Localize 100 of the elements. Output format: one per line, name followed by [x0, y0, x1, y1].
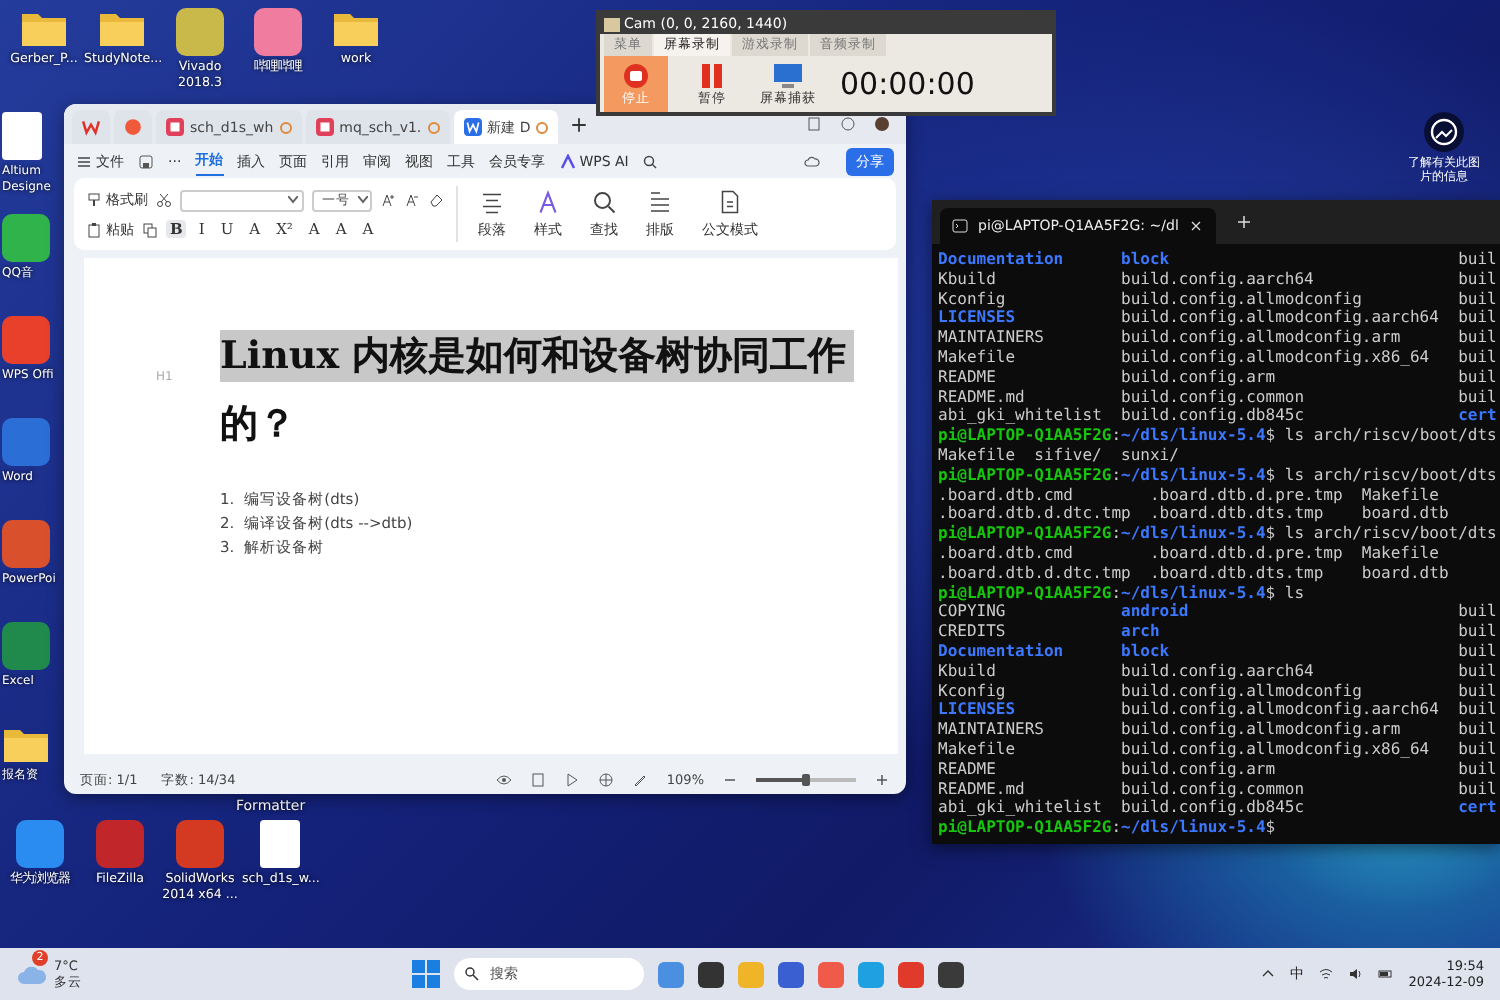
cloud-icon[interactable]: [16, 962, 48, 986]
terminal-text: :: [1111, 524, 1122, 544]
terminal-text: LICENSES: [938, 700, 1018, 721]
terminal-text: build.config.aarch64: [1121, 269, 1316, 290]
play-icon[interactable]: [564, 772, 581, 788]
terminal-text: buil: [1458, 681, 1497, 701]
image-info-icon[interactable]: [1424, 112, 1464, 152]
terminal-text: pi@LAPTOP-Q1AA5F2G: [938, 818, 1112, 838]
terminal-text: README: [938, 367, 998, 388]
timer: 00:00:00: [840, 66, 975, 102]
terminal-text: build.config.allmodconfig.x86_64: [1121, 739, 1432, 760]
eraser-icon[interactable]: [428, 192, 444, 208]
folder-icon[interactable]: [2, 724, 50, 764]
terminal-text: $ ls arch/riscv/boot/dts: [1265, 426, 1497, 446]
app-icon[interactable]: [176, 8, 224, 56]
paragraph-icon: [480, 189, 504, 213]
window-icon[interactable]: [806, 116, 822, 132]
terminal-text: abi_gki_whitelist: [938, 798, 1104, 819]
shrink-font-icon[interactable]: [404, 192, 420, 208]
app-icon[interactable]: [778, 961, 804, 987]
wifi-icon[interactable]: [1318, 966, 1335, 982]
terminal-text: .board.dtb.cmd: [938, 485, 1075, 505]
terminal-text: pi@LAPTOP-Q1AA5F2G: [938, 524, 1112, 544]
terminal-text: build.config.allmodconfig.x86_64: [1121, 347, 1432, 368]
app-icon: [124, 118, 142, 136]
page-view-icon[interactable]: [530, 772, 547, 788]
slider-thumb[interactable]: [802, 774, 810, 786]
zoom-in-icon[interactable]: [874, 772, 890, 788]
copy-icon[interactable]: [142, 221, 158, 237]
terminal-text: build.config.arm: [1121, 367, 1278, 388]
terminal-text: .board.dtb.d.dtc.tmp: [938, 563, 1131, 582]
terminal-text: buil: [1458, 641, 1497, 662]
app-icon[interactable]: [938, 961, 964, 987]
terminal-text: :: [1111, 465, 1122, 486]
terminal-text: Kconfig: [938, 289, 1008, 309]
terminal-text: .board.dtb.cmd: [938, 543, 1075, 564]
terminal-text: build.config.allmodconfig.aarch64: [1121, 700, 1441, 721]
terminal-text: board.dtb: [1361, 504, 1449, 525]
folder-icon[interactable]: [332, 8, 380, 48]
terminal-text: Kbuild: [938, 661, 998, 682]
add-tab-icon[interactable]: [570, 115, 589, 133]
tab[interactable]: [114, 110, 152, 144]
terminal-text: buil: [1458, 347, 1497, 368]
terminal-text: MAINTAINERS: [938, 720, 1046, 740]
chevron-icon[interactable]: [1260, 966, 1277, 982]
terminal-text: build.config.aarch64: [1121, 661, 1316, 682]
terminal-text: Kconfig: [938, 681, 1008, 701]
unsaved-icon: [427, 121, 440, 133]
tab[interactable]: [72, 110, 110, 144]
terminal-text: build.config.common: [1121, 779, 1307, 799]
battery-icon[interactable]: [1378, 966, 1395, 982]
scissors-icon[interactable]: [156, 192, 172, 208]
brush-icon: [86, 192, 102, 208]
eye-icon[interactable]: [496, 772, 513, 788]
terminal-text: Makefile: [938, 739, 1018, 760]
terminal-text: README.md: [938, 779, 1027, 799]
pause-icon: [696, 62, 728, 90]
folder-icon[interactable]: [20, 8, 68, 48]
terminal-text: $ ls: [1265, 583, 1305, 603]
terminal-text: buil: [1458, 779, 1497, 799]
cloud-icon[interactable]: [804, 153, 820, 169]
document-icon: [718, 189, 742, 213]
ai-icon: [559, 153, 576, 169]
terminal-text: CREDITS: [938, 622, 1008, 642]
terminal-text: android: [1121, 602, 1191, 623]
layout-icon: [648, 189, 672, 213]
circle-icon[interactable]: [840, 116, 856, 132]
save-icon[interactable]: [138, 153, 154, 169]
unsaved-icon: [279, 121, 292, 133]
avatar-icon[interactable]: [874, 116, 890, 132]
terminal-text: $: [1265, 818, 1276, 838]
start-icon[interactable]: [412, 960, 440, 988]
folder-icon[interactable]: [98, 8, 146, 48]
terminal-text: :: [1111, 426, 1122, 446]
app-icon[interactable]: [254, 8, 302, 56]
terminal-text: Makefile: [1361, 485, 1439, 505]
terminal-text: $ ls arch/riscv/boot/dts: [1265, 524, 1497, 544]
globe-icon[interactable]: [598, 772, 615, 788]
terminal-text: buil: [1458, 387, 1497, 407]
terminal-text: .board.dtb.d.pre.tmp: [1149, 485, 1345, 505]
app-logo-icon: [604, 17, 620, 31]
grow-font-icon[interactable]: [380, 192, 396, 208]
terminal-text: README: [938, 759, 998, 780]
terminal-text: cert: [1458, 406, 1497, 427]
terminal-text: buil: [1458, 289, 1497, 309]
pen-icon[interactable]: [632, 772, 649, 788]
terminal-text: arch: [1121, 622, 1162, 642]
pdf-icon: [166, 118, 184, 136]
terminal-text: $ ls arch/riscv/boot/dts: [1265, 465, 1497, 486]
app-icon[interactable]: [698, 961, 724, 987]
document-icon: [463, 118, 482, 136]
font-field[interactable]: [180, 189, 304, 211]
terminal-text: buil: [1458, 739, 1497, 760]
stop-icon: [620, 62, 652, 90]
close-icon[interactable]: [1188, 218, 1205, 234]
search-icon[interactable]: [642, 153, 659, 169]
terminal-text: build.config.allmodconfig.arm: [1121, 328, 1403, 348]
terminal-icon: [952, 218, 968, 234]
terminal-text: build.config.common: [1121, 387, 1307, 407]
speaker-icon[interactable]: [1348, 966, 1365, 982]
